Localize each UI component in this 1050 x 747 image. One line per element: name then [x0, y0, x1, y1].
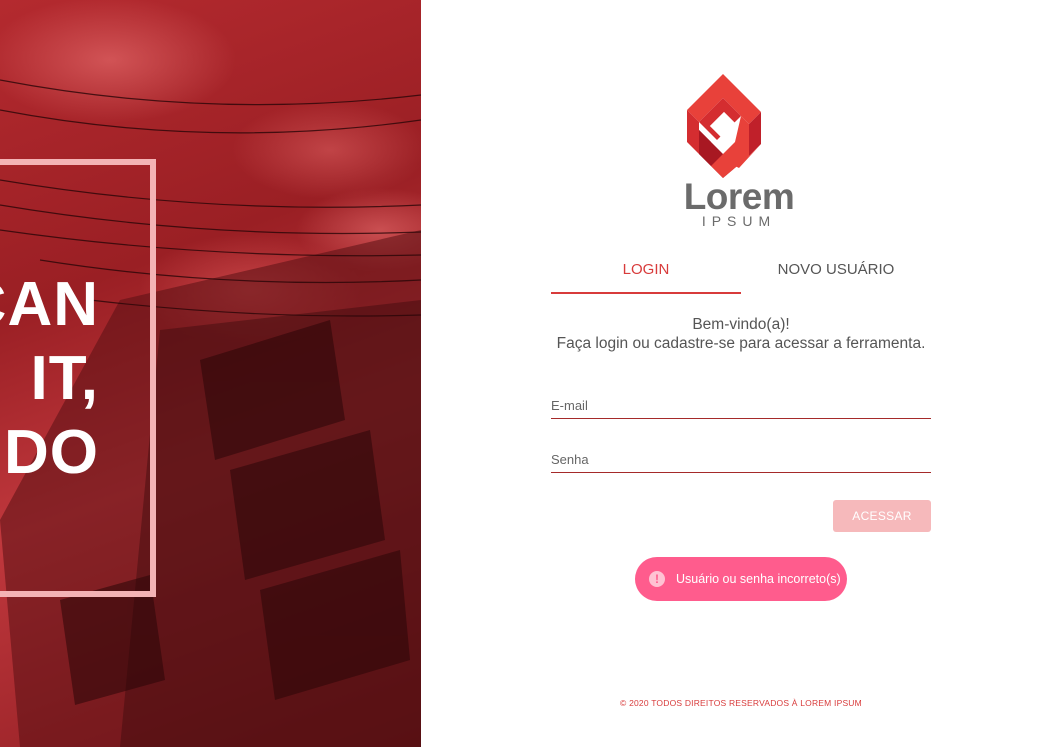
hero-line: IT, — [30, 344, 99, 413]
welcome-title: Bem-vindo(a)! — [692, 316, 790, 333]
welcome-subtitle: Faça login ou cadastre-se para acessar a… — [556, 335, 926, 352]
alert-icon: ! — [649, 571, 665, 587]
hero-line: CAN — [0, 270, 99, 339]
auth-tabs: LOGIN NOVO USUÁRIO — [551, 252, 931, 294]
password-field-wrapper — [551, 446, 931, 473]
email-field-wrapper — [551, 392, 931, 419]
hero-panel: CAN IT, DO — [0, 0, 421, 747]
hero-headline: CAN IT, DO — [0, 268, 99, 490]
tab-new-user[interactable]: NOVO USUÁRIO — [741, 252, 931, 292]
email-field[interactable] — [551, 392, 931, 418]
tab-login[interactable]: LOGIN — [551, 252, 741, 294]
brand-subtitle: IPSUM — [701, 213, 777, 229]
password-field[interactable] — [551, 446, 931, 472]
hero-line: DO — [4, 418, 99, 487]
error-toast: ! Usuário ou senha incorreto(s) — [635, 557, 847, 601]
brand-name: Lorem — [683, 176, 795, 217]
footer-copyright: © 2020 TODOS DIREITOS RESERVADOS À LOREM… — [620, 698, 862, 708]
error-toast-message: Usuário ou senha incorreto(s) — [676, 572, 841, 586]
login-panel: Lorem IPSUM LOGIN NOVO USUÁRIO Bem-vindo… — [421, 0, 1050, 747]
welcome-message: Bem-vindo(a)! Faça login ou cadastre-se … — [521, 315, 961, 353]
access-button[interactable]: ACESSAR — [833, 500, 931, 532]
